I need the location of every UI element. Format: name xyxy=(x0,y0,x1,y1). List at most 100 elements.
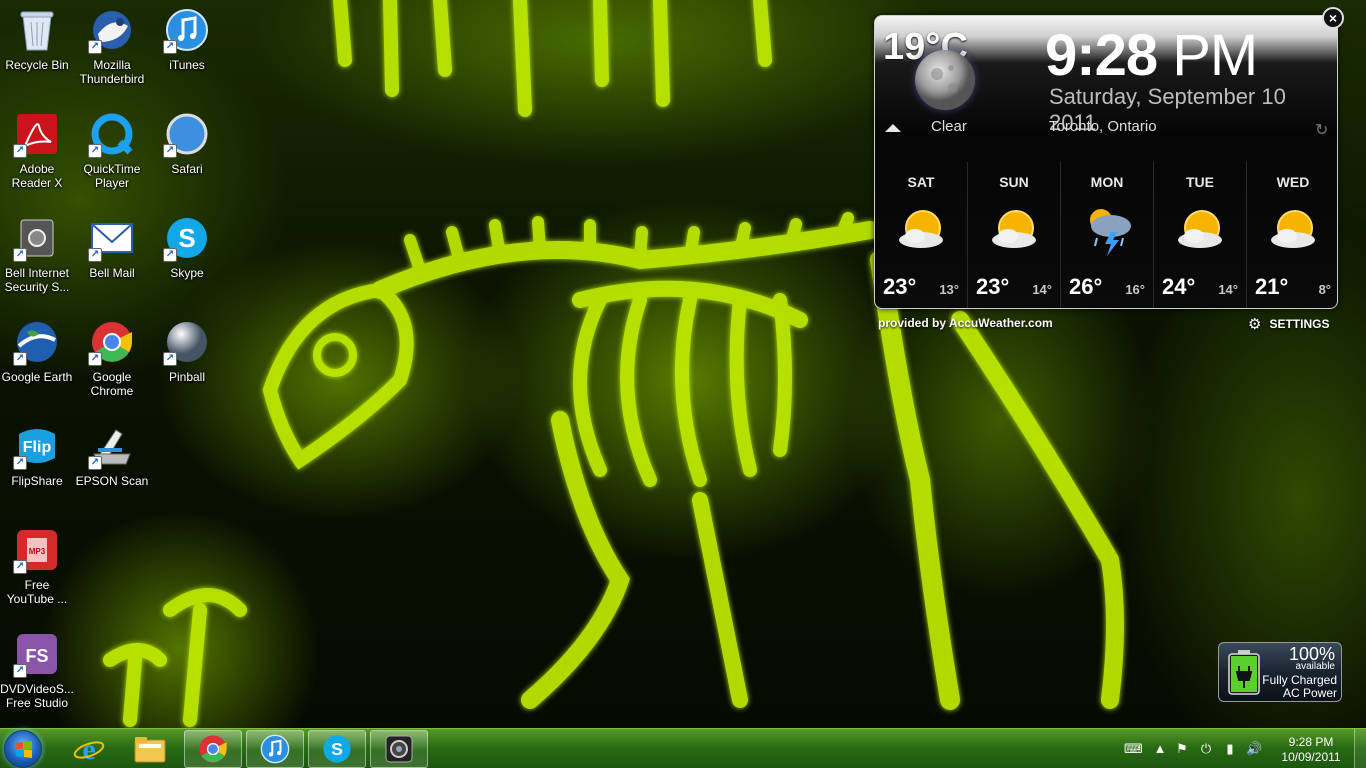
show-hidden-icons-icon[interactable]: ▲ xyxy=(1152,741,1168,757)
taskbar-clock-date: 10/09/2011 xyxy=(1281,750,1341,764)
desktop-icon-label: EPSON Scan xyxy=(75,474,149,488)
expand-arrow-icon[interactable] xyxy=(885,124,901,132)
desktop-icon-thunderbird[interactable]: ↗ Mozilla Thunderbird xyxy=(75,6,149,102)
desktop-icon-label: Mozilla Thunderbird xyxy=(79,58,145,86)
shortcut-arrow-icon: ↗ xyxy=(13,352,27,366)
forecast-high: 24° xyxy=(1162,274,1196,299)
desktop-icon-flipshare[interactable]: Flip ↗ FlipShare xyxy=(0,422,74,518)
ie-icon: e xyxy=(73,733,105,765)
weather-gadget[interactable]: 19°C Clear 9:28 PM Saturday, September 1… xyxy=(874,15,1338,309)
shortcut-arrow-icon: ↗ xyxy=(163,40,177,54)
skype-icon: S ↗ xyxy=(163,214,211,262)
desktop-icon-google-earth[interactable]: ↗ Google Earth xyxy=(0,318,74,414)
battery-status-line2: AC Power xyxy=(1282,686,1337,700)
refresh-icon[interactable]: ↻ xyxy=(1315,120,1328,140)
chrome-icon xyxy=(199,735,227,763)
gadget-close-button[interactable]: × xyxy=(1322,7,1344,29)
current-condition: Clear xyxy=(931,118,967,135)
partly-sunny-icon xyxy=(1271,210,1315,248)
desktop-icon-label: Recycle Bin xyxy=(5,58,69,72)
desktop-icon-skype[interactable]: S ↗ Skype xyxy=(150,214,224,310)
desktop-icon-label: Free YouTube ... xyxy=(6,578,68,606)
partly-sunny-icon xyxy=(899,210,943,248)
show-desktop-button[interactable] xyxy=(1354,729,1366,768)
forecast-day: SAT 23° 13° xyxy=(875,162,967,308)
desktop-icon-safari[interactable]: ↗ Safari xyxy=(150,110,224,206)
desktop-icon-itunes[interactable]: ↗ iTunes xyxy=(150,6,224,102)
forecast-row: SAT 23° 13° SUN 23° 14° MON 26° 16° TUE … xyxy=(875,162,1337,308)
forecast-high: 23° xyxy=(976,274,1010,299)
taskbar-itunes[interactable] xyxy=(246,730,304,768)
desktop-icon-recycle-bin[interactable]: Recycle Bin xyxy=(0,6,74,102)
shortcut-arrow-icon: ↗ xyxy=(88,456,102,470)
desktop-icon-dvdvideosoft[interactable]: FS ↗ DVDVideoS... Free Studio xyxy=(0,630,74,726)
gadget-location: Toronto, Ontario xyxy=(1049,118,1157,135)
forecast-day-name: TUE xyxy=(1186,174,1214,190)
desktop-icon-quicktime[interactable]: ↗ QuickTime Player xyxy=(75,110,149,206)
keyboard-icon[interactable]: ⌨ xyxy=(1124,741,1143,757)
epson-scan-icon: ↗ xyxy=(88,422,136,470)
skype-icon: S xyxy=(323,735,351,763)
pinball-icon: ↗ xyxy=(163,318,211,366)
desktop-icon-bell-mail[interactable]: ↗ Bell Mail xyxy=(75,214,149,310)
weather-settings-button[interactable]: ⚙ SETTINGS xyxy=(1248,315,1329,333)
forecast-day-name: MON xyxy=(1090,174,1124,190)
desktop-icon-bell-security[interactable]: ↗ Bell Internet Security S... xyxy=(0,214,74,310)
battery-gadget[interactable]: 100% available Fully Charged AC Power xyxy=(1218,642,1342,702)
settings-label: SETTINGS xyxy=(1269,317,1330,331)
forecast-day: TUE 24° 14° xyxy=(1153,162,1246,308)
forecast-day: WED 21° 8° xyxy=(1246,162,1337,308)
desktop-icon-label: Bell Mail xyxy=(89,266,135,280)
taskbar-skype[interactable]: S xyxy=(308,730,366,768)
safari-icon: ↗ xyxy=(163,110,211,158)
start-button[interactable] xyxy=(4,730,42,768)
weather-provider-link[interactable]: provided by AccuWeather.com xyxy=(878,316,1053,330)
google-earth-icon: ↗ xyxy=(13,318,61,366)
taskbar-clock-time: 9:28 PM xyxy=(1288,735,1334,749)
shortcut-arrow-icon: ↗ xyxy=(88,352,102,366)
close-icon: × xyxy=(1328,10,1338,26)
taskbar-internet-explorer[interactable]: e xyxy=(60,730,118,768)
bell-security-icon: ↗ xyxy=(13,214,61,262)
forecast-day: MON 26° 16° xyxy=(1060,162,1153,308)
desktop-icon-label: Safari xyxy=(171,162,203,176)
svg-text:Flip: Flip xyxy=(23,439,52,456)
taskbar-google-chrome[interactable] xyxy=(184,730,242,768)
desktop-icon-adobe-reader[interactable]: ↗ Adobe Reader X xyxy=(0,110,74,206)
action-center-flag-icon[interactable]: ⚑ xyxy=(1174,741,1190,757)
svg-text:FS: FS xyxy=(25,646,48,666)
volume-icon[interactable]: 🔊 xyxy=(1246,741,1262,757)
desktop-icon-pinball[interactable]: ↗ Pinball xyxy=(150,318,224,414)
desktop-icon-label: FlipShare xyxy=(11,474,63,488)
forecast-low: 13° xyxy=(939,282,959,297)
desktop-icon-free-youtube[interactable]: MP3 ↗ Free YouTube ... xyxy=(0,526,74,622)
desktop-icon-epson-scan[interactable]: ↗ EPSON Scan xyxy=(75,422,149,518)
power-plug-icon[interactable]: ⏻ xyxy=(1198,741,1214,757)
desktop-icon-google-chrome[interactable]: ↗ Google Chrome xyxy=(75,318,149,414)
battery-available-label: available xyxy=(1295,661,1335,672)
taskbar: e S ⌨ ▲ ⚑ ⏻ ▮ 🔊 9:28 PM 10/09/2011 xyxy=(0,728,1366,768)
forecast-high: 23° xyxy=(883,274,917,299)
svg-text:S: S xyxy=(331,739,343,759)
shortcut-arrow-icon: ↗ xyxy=(163,248,177,262)
shortcut-arrow-icon: ↗ xyxy=(13,144,27,158)
taskbar-windows-explorer[interactable] xyxy=(121,730,179,768)
chrome-icon: ↗ xyxy=(88,318,136,366)
taskbar-webcam[interactable] xyxy=(370,730,428,768)
svg-text:MP3: MP3 xyxy=(29,547,46,556)
taskbar-clock[interactable]: 9:28 PM 10/09/2011 xyxy=(1276,735,1346,765)
shortcut-arrow-icon: ↗ xyxy=(163,352,177,366)
forecast-day-name: SUN xyxy=(999,174,1029,190)
gear-icon: ⚙ xyxy=(1248,316,1262,333)
forecast-low: 14° xyxy=(1032,282,1052,297)
battery-status: Fully Charged AC Power xyxy=(1262,674,1337,700)
shortcut-arrow-icon: ↗ xyxy=(13,560,27,574)
network-signal-icon[interactable]: ▮ xyxy=(1222,741,1238,757)
shortcut-arrow-icon: ↗ xyxy=(88,248,102,262)
desktop-icon-label: Google Chrome xyxy=(90,370,134,398)
forecast-day-name: SAT xyxy=(907,174,935,190)
partly-sunny-icon xyxy=(992,210,1036,248)
clock-time: 9:28 xyxy=(1045,23,1158,88)
flipshare-icon: Flip ↗ xyxy=(13,422,61,470)
forecast-day-name: WED xyxy=(1276,174,1310,190)
